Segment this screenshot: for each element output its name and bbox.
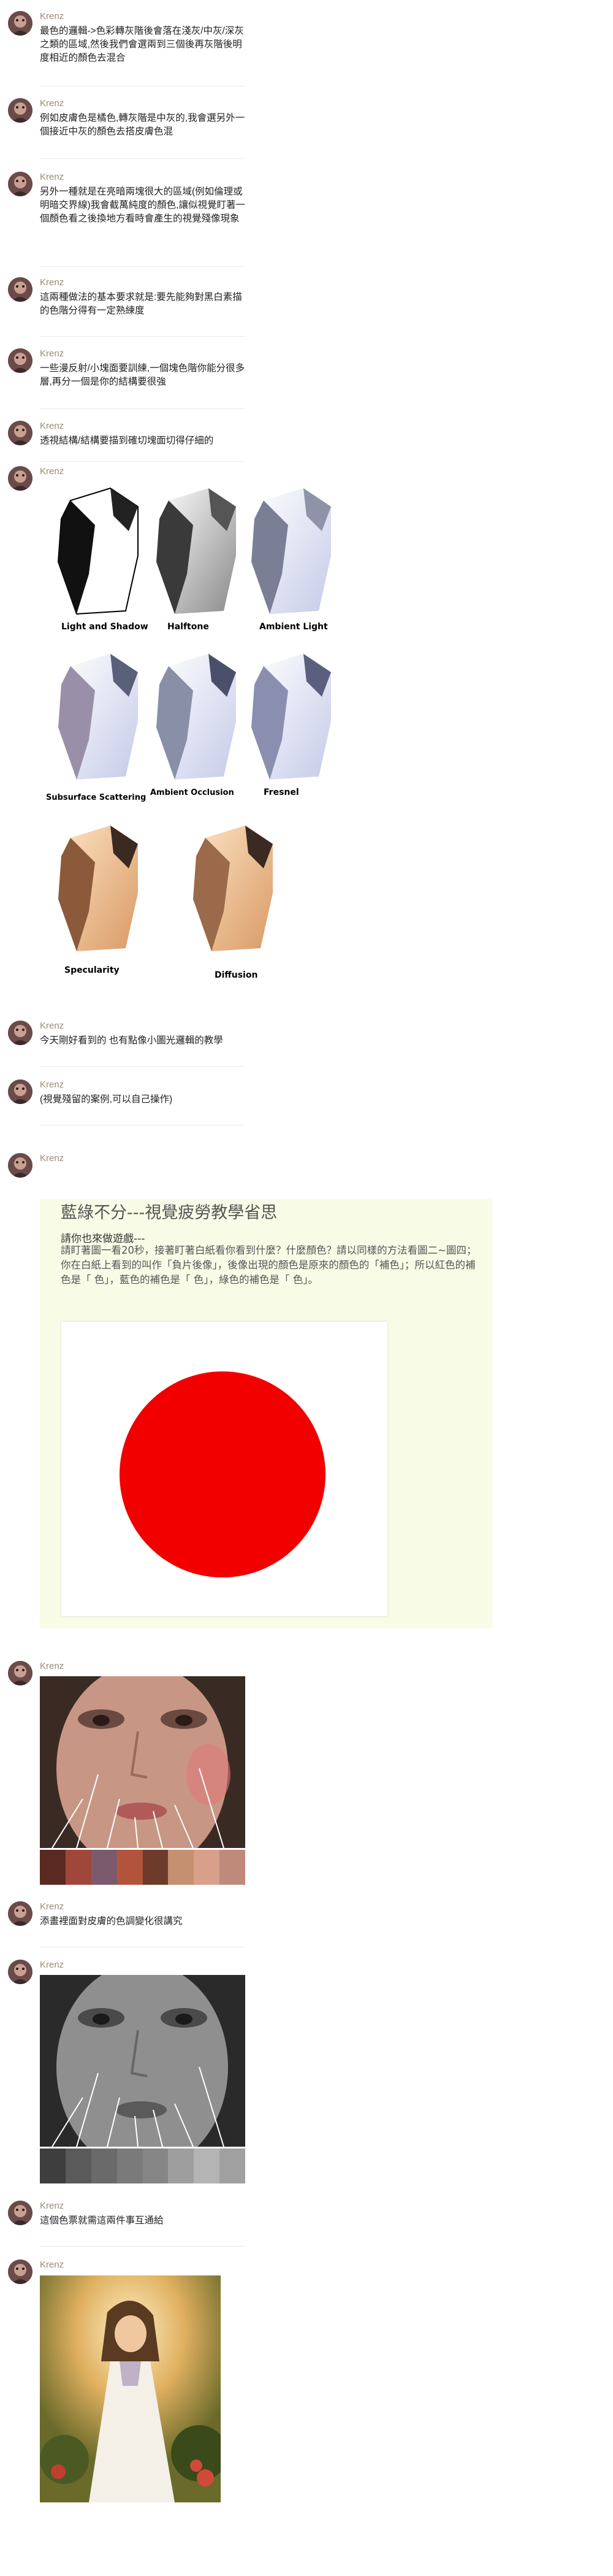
lighting-diagram-image[interactable]: Light and Shadow Halftone Ambient Light … (40, 482, 346, 1003)
girl-illustration-image[interactable] (40, 2275, 221, 2502)
swatch (194, 1850, 220, 1885)
post-text: 一些漫反射/小塊面要訓練,一個塊色階你能分很多層,再分一個是你的結構要很強 (40, 363, 245, 387)
label-diffusion: Diffusion (215, 970, 257, 980)
card-title: 藍綠不分---視覺疲勞教學省思 (61, 1203, 278, 1222)
post-text: 最色的邏輯->色彩轉灰階後會落在淺灰/中灰/深灰之類的區域,然後我們會選兩到三個… (40, 26, 244, 63)
swatch (194, 2149, 220, 2183)
swatch (142, 1850, 169, 1885)
username[interactable]: Krenz (40, 11, 64, 21)
username[interactable]: Krenz (40, 2201, 64, 2211)
username[interactable]: Krenz (40, 1079, 64, 1090)
label-fresnel: Fresnel (264, 788, 299, 797)
avatar[interactable] (8, 1901, 32, 1926)
username[interactable]: Krenz (40, 98, 64, 109)
username[interactable]: Krenz (40, 1960, 64, 1970)
username[interactable]: Krenz (40, 1021, 64, 1031)
swatch (142, 2149, 169, 2183)
post-text: (視覺殘留的案例,可以自己操作) (40, 1094, 173, 1105)
swatch (219, 1850, 245, 1885)
avatar[interactable] (8, 466, 32, 491)
avatar[interactable] (8, 172, 32, 196)
afterimage-card: 藍綠不分---視覺疲勞教學省思 請你也來做遊戲--- 請盯著圖一看20秒，接著盯… (40, 1199, 492, 1628)
swatch (40, 2149, 66, 2183)
username[interactable]: Krenz (40, 1901, 64, 1912)
divider (40, 2246, 245, 2247)
username[interactable]: Krenz (40, 1153, 64, 1163)
swatch (116, 2149, 143, 2183)
label-occlusion: Ambient Occlusion (150, 788, 234, 797)
username[interactable]: Krenz (40, 466, 64, 477)
label-halftone: Halftone (167, 622, 209, 632)
label-specularity: Specularity (64, 965, 120, 975)
swatch (40, 1850, 66, 1885)
gray-value-swatches (40, 2149, 245, 2183)
username[interactable]: Krenz (40, 348, 64, 359)
divider (40, 1066, 245, 1067)
post-text: 添畫裡面對皮膚的色調變化很講究 (40, 1916, 183, 1926)
swatch (91, 1850, 117, 1885)
avatar[interactable] (8, 1153, 32, 1178)
avatar[interactable] (8, 1960, 32, 1984)
avatar[interactable] (8, 98, 32, 123)
swatch (219, 2149, 245, 2183)
username[interactable]: Krenz (40, 421, 64, 431)
avatar[interactable] (8, 348, 32, 373)
red-circle-figure[interactable] (61, 1322, 387, 1616)
divider (40, 336, 245, 337)
avatar[interactable] (8, 421, 32, 445)
avatar[interactable] (8, 1661, 32, 1685)
label-subsurface: Subsurface Scattering (46, 793, 146, 802)
post-text: 另外一種就是在亮暗兩塊很大的區域(例如倫理或明暗交界線)我會截萬純度的顏色,讓似… (40, 186, 245, 224)
post-text: 這個色票就需這兩件事互通給 (40, 2215, 164, 2226)
avatar[interactable] (8, 2260, 32, 2284)
swatch (91, 2149, 117, 2183)
label-light-shadow: Light and Shadow (61, 622, 148, 632)
divider (40, 408, 245, 409)
avatar[interactable] (8, 277, 32, 302)
swatch (65, 2149, 91, 2183)
swatch (65, 1850, 91, 1885)
post-text: 今天剛好看到的 也有點像小圖光邏輯的教學 (40, 1035, 223, 1046)
red-circle (120, 1371, 326, 1577)
post-text: 例如皮膚色是橘色,轉灰階是中灰的,我會選另外一個接近中灰的顏色去搭皮膚色混 (40, 113, 245, 137)
username[interactable]: Krenz (40, 277, 64, 288)
avatar[interactable] (8, 1079, 32, 1104)
username[interactable]: Krenz (40, 2260, 64, 2270)
label-ambient: Ambient Light (259, 622, 328, 632)
swatch (168, 2149, 194, 2183)
face-painting-image[interactable] (40, 1676, 245, 1885)
swatch (116, 1850, 143, 1885)
username[interactable]: Krenz (40, 1661, 64, 1671)
avatar[interactable] (8, 11, 32, 36)
divider (40, 461, 245, 462)
post-text: 透視結構/結構要描到確切塊面切得仔細的 (40, 435, 214, 446)
card-body: 請盯著圖一看20秒，接著盯著白紙看你看到什麼？什麼顏色？請以同樣的方法看圖二~圖… (61, 1244, 477, 1286)
avatar[interactable] (8, 2201, 32, 2225)
username[interactable]: Krenz (40, 172, 64, 182)
divider (40, 266, 245, 267)
divider (40, 158, 245, 159)
avatar[interactable] (8, 1021, 32, 1045)
post-text: 這兩種做法的基本要求就是:要先能夠對黑白素描的色階分得有一定熟練度 (40, 292, 242, 316)
grayscale-face-image[interactable] (40, 1975, 245, 2183)
skin-color-swatches (40, 1850, 245, 1885)
swatch (168, 1850, 194, 1885)
